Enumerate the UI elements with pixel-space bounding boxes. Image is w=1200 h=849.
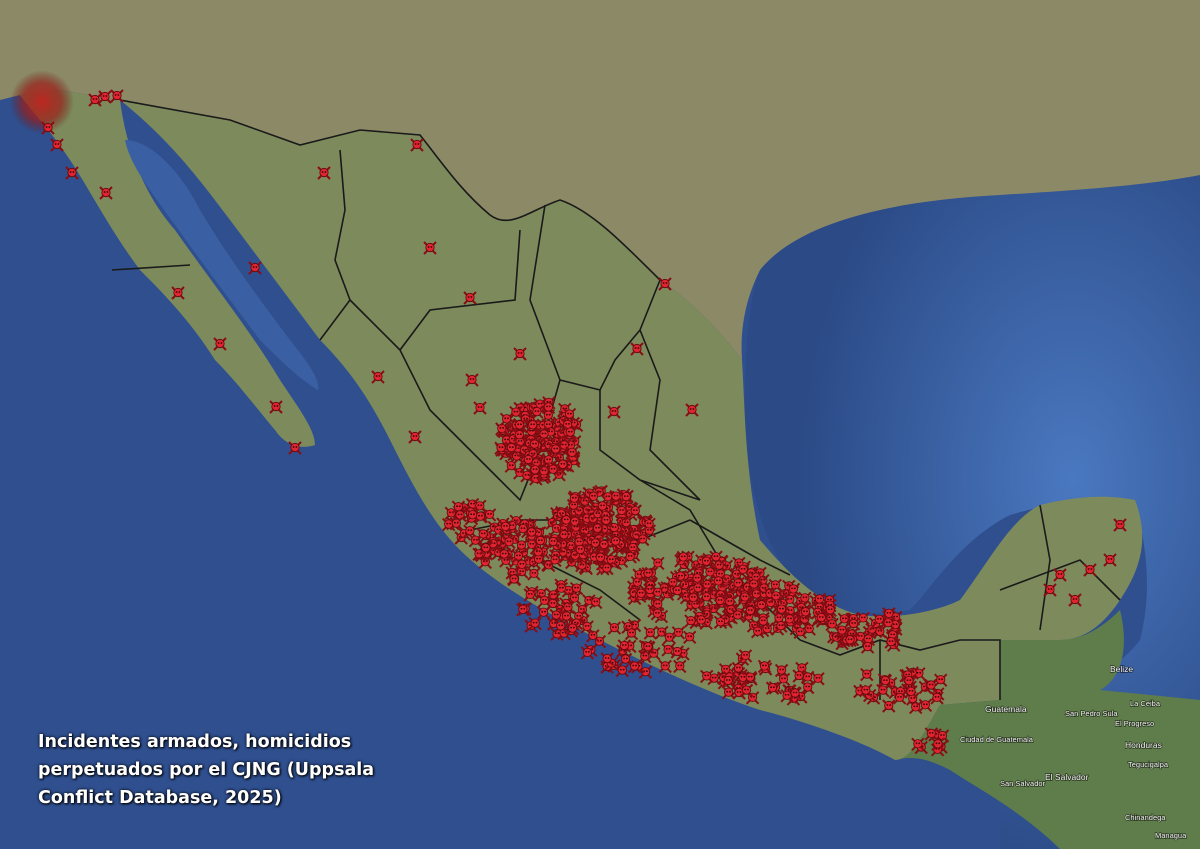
place-label-san-salvador: San Salvador [1000, 779, 1046, 788]
caption-line-1: Incidentes armados, homicidios [38, 732, 352, 752]
place-label-belize: Belize [1110, 664, 1133, 674]
caption-line-2: perpetuados por el CJNG (Uppsala [38, 760, 375, 780]
place-label-la-ceiba: La Ceiba [1130, 699, 1161, 708]
place-label-honduras: Honduras [1125, 740, 1162, 750]
place-label-ciudad-de-guatemala: Ciudad de Guatemala [960, 735, 1034, 744]
place-label-el-progreso: El Progreso [1115, 719, 1154, 728]
place-label-el-salvador: El Salvador [1045, 772, 1089, 782]
hotspot-glow-tijuana [10, 70, 74, 134]
place-label-managua: Managua [1155, 831, 1187, 840]
map-caption: Incidentes armados, homicidios perpetuad… [38, 728, 418, 812]
caption-line-3: Conflict Database, 2025) [38, 788, 282, 808]
place-label-chinandega: Chinandega [1125, 813, 1166, 822]
place-label-guatemala: Guatemala [985, 704, 1027, 714]
satellite-map[interactable]: Guatemala Ciudad de Guatemala San Salvador… [0, 0, 1200, 849]
place-label-tegucigalpa: Tegucigalpa [1128, 760, 1169, 769]
map-view[interactable]: Guatemala Ciudad de Guatemala San Salvador… [0, 0, 1200, 849]
place-label-san-pedro-sula: San Pedro Sula [1065, 709, 1118, 718]
